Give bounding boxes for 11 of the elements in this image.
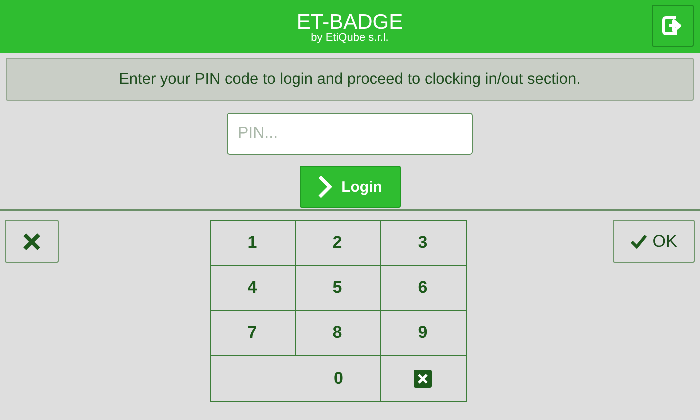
instruction-message: Enter your PIN code to login and proceed to clocking in/out section. (6, 58, 694, 101)
pin-field[interactable]: PIN... (227, 113, 473, 155)
ok-button[interactable]: OK (613, 220, 695, 263)
app-subtitle: by EtiQube s.r.l. (311, 32, 389, 42)
keypad-key[interactable]: 8 (296, 311, 380, 356)
app-title: ET-BADGE (296, 12, 404, 32)
keypad-key[interactable]: 1 (210, 221, 296, 266)
keypad-key[interactable]: 7 (210, 311, 296, 356)
keypad-key[interactable]: 5 (296, 266, 380, 311)
keypad-key[interactable]: 2 (296, 221, 380, 266)
keypad-key[interactable]: 4 (210, 266, 296, 311)
